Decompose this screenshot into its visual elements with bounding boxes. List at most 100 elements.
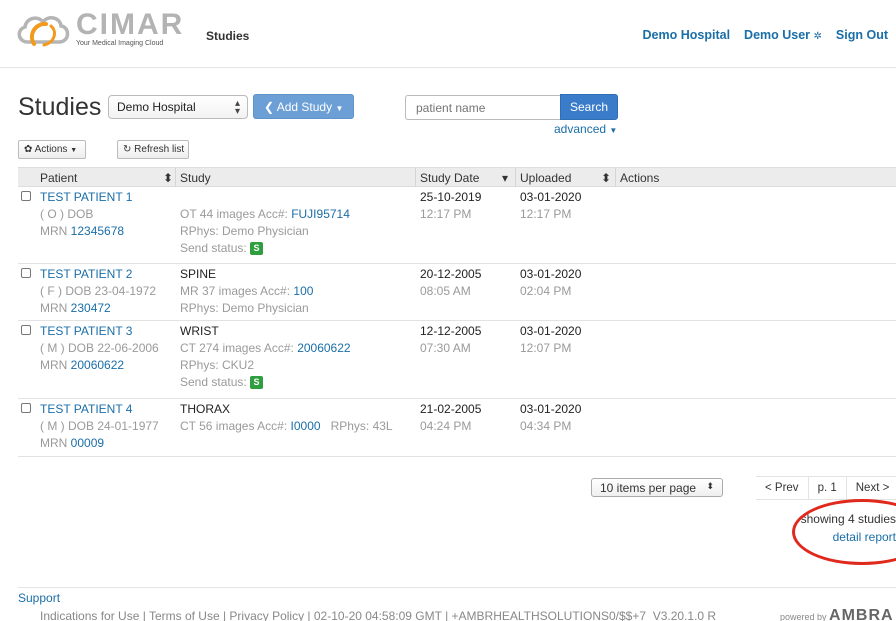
items-per-page-select[interactable]: 10 items per page ⬍ [591, 478, 723, 497]
brand-tagline: Your Medical Imaging Cloud [76, 40, 164, 47]
study-date: 25-10-2019 [420, 190, 482, 204]
study-modality: CT 56 images Acc#: I0000 RPhys: 43L [180, 419, 393, 433]
patient-name[interactable]: TEST PATIENT 1 [40, 189, 132, 206]
caret-down-icon: ▼ [335, 104, 344, 113]
column-study[interactable]: Study [180, 171, 211, 185]
accession-number[interactable]: I0000 [291, 419, 321, 433]
hospital-select[interactable]: Demo Hospital ▴ ▾ [108, 95, 248, 119]
row-checkbox[interactable] [21, 403, 31, 413]
send-status-badge: S [250, 376, 264, 390]
nav-studies-link[interactable]: Studies [206, 29, 249, 43]
gear-icon: ✲ [813, 31, 822, 42]
column-study-date[interactable]: Study Date [420, 171, 479, 185]
next-page-button[interactable]: Next > [845, 477, 896, 499]
cimar-logo[interactable]: CIMAR Your Medical Imaging Cloud [14, 10, 184, 50]
study-time: 08:05 AM [420, 284, 471, 298]
table-row[interactable]: TEST PATIENT 1 ( O ) DOB MRN 12345678 OT… [18, 187, 896, 264]
ambra-logo: AMBRA [829, 607, 894, 621]
study-name: SPINE [180, 267, 217, 281]
top-header: CIMAR Your Medical Imaging Cloud Studies… [0, 0, 896, 68]
refresh-icon: ↻ [123, 144, 132, 155]
send-status: Send status: S [180, 374, 264, 391]
prev-page-button[interactable]: < Prev [756, 477, 808, 499]
referring-physician: RPhys: 43L [330, 419, 393, 433]
patient-demographics: ( M ) DOB 24-01-1977 [40, 419, 159, 433]
page-title: Studies [18, 93, 102, 121]
study-time: 07:30 AM [420, 341, 471, 355]
row-checkbox[interactable] [21, 268, 31, 278]
support-link[interactable]: Support [18, 591, 60, 605]
accession-number[interactable]: 20060622 [297, 341, 350, 355]
study-modality: CT 274 images Acc#: 20060622 [180, 341, 351, 355]
uploaded-date: 03-01-2020 [520, 324, 582, 338]
row-checkbox[interactable] [21, 191, 31, 201]
table-row[interactable]: TEST PATIENT 2 ( F ) DOB 23-04-1972 MRN … [18, 264, 896, 321]
hospital-link[interactable]: Demo Hospital [643, 28, 731, 42]
uploaded-time: 12:07 PM [520, 341, 572, 355]
sort-icon[interactable]: ⬍ [601, 171, 611, 185]
advanced-search-link[interactable]: advanced ▼ [554, 122, 617, 136]
study-date: 12-12-2005 [420, 324, 482, 338]
row-checkbox[interactable] [21, 325, 31, 335]
referring-physician: RPhys: Demo Physician [180, 301, 309, 315]
table-header: Patient ⬍ Study Study Date ▾ Uploaded ⬍ … [18, 167, 896, 187]
study-time: 12:17 PM [420, 207, 472, 221]
referring-physician: RPhys: CKU2 [180, 358, 255, 372]
patient-mrn: MRN 12345678 [40, 224, 125, 238]
brand-name: CIMAR [76, 8, 185, 41]
items-per-page-value: 10 items per page [600, 481, 697, 495]
study-date: 21-02-2005 [420, 402, 482, 416]
uploaded-date: 03-01-2020 [520, 190, 582, 204]
sort-icon[interactable]: ⬍ [163, 171, 173, 185]
powered-by-label: powered by [780, 612, 827, 621]
current-page: p. 1 [807, 477, 846, 499]
study-modality: MR 37 images Acc#: 100 [180, 284, 314, 298]
patient-name[interactable]: TEST PATIENT 4 [40, 401, 132, 418]
cloud-logo-icon [17, 16, 70, 47]
search-button[interactable]: Search [560, 94, 618, 120]
send-status: Send status: S [180, 240, 264, 257]
table-row[interactable]: TEST PATIENT 4 ( M ) DOB 24-01-1977 MRN … [18, 399, 896, 457]
study-date: 20-12-2005 [420, 267, 482, 281]
footer-divider [18, 587, 896, 588]
footer-links[interactable]: Indications for Use | Terms of Use | Pri… [40, 609, 716, 621]
add-study-label: Add Study [276, 100, 333, 114]
patient-name[interactable]: TEST PATIENT 3 [40, 323, 132, 340]
column-uploaded[interactable]: Uploaded [520, 171, 571, 185]
caret-down-icon: ▼ [609, 126, 618, 135]
uploaded-time: 12:17 PM [520, 207, 572, 221]
refresh-list-button[interactable]: ↻ Refresh list [117, 140, 189, 159]
column-divider [515, 168, 516, 187]
uploaded-time: 04:34 PM [520, 419, 572, 433]
actions-dropdown-button[interactable]: ✿ Actions ▼ [18, 140, 86, 159]
sign-out-link[interactable]: Sign Out [836, 28, 888, 42]
advanced-label: advanced [554, 122, 607, 136]
patient-demographics: ( M ) DOB 22-06-2006 [40, 341, 159, 355]
patient-mrn: MRN 20060622 [40, 358, 125, 372]
gear-icon: ✿ [24, 144, 33, 155]
add-study-button[interactable]: ❮ Add Study ▼ [253, 94, 354, 119]
hospital-select-value: Demo Hospital [117, 100, 196, 114]
accession-number[interactable]: FUJI95714 [291, 207, 350, 221]
uploaded-date: 03-01-2020 [520, 267, 582, 281]
actions-label: Actions [34, 144, 68, 155]
study-time: 04:24 PM [420, 419, 472, 433]
accession-number[interactable]: 100 [293, 284, 313, 298]
powered-by: powered by AMBRA [780, 607, 894, 621]
column-divider [615, 168, 616, 187]
table-row[interactable]: TEST PATIENT 3 ( M ) DOB 22-06-2006 MRN … [18, 321, 896, 399]
column-divider [175, 168, 176, 187]
patient-mrn: MRN 230472 [40, 301, 111, 315]
select-arrows-icon: ⬍ [706, 481, 714, 491]
uploaded-date: 03-01-2020 [520, 402, 582, 416]
patient-search-input[interactable] [405, 95, 561, 120]
select-arrows-icon: ▴ ▾ [234, 98, 240, 117]
referring-physician: RPhys: Demo Physician [180, 224, 309, 238]
sort-desc-icon[interactable]: ▾ [502, 171, 508, 185]
patient-name[interactable]: TEST PATIENT 2 [40, 266, 132, 283]
patient-mrn: MRN 00009 [40, 436, 105, 450]
pagination: < Prev p. 1 Next > [756, 476, 896, 500]
user-menu[interactable]: Demo User ✲ [744, 28, 822, 42]
red-circle-annotation [792, 499, 896, 565]
column-patient[interactable]: Patient [40, 171, 77, 185]
